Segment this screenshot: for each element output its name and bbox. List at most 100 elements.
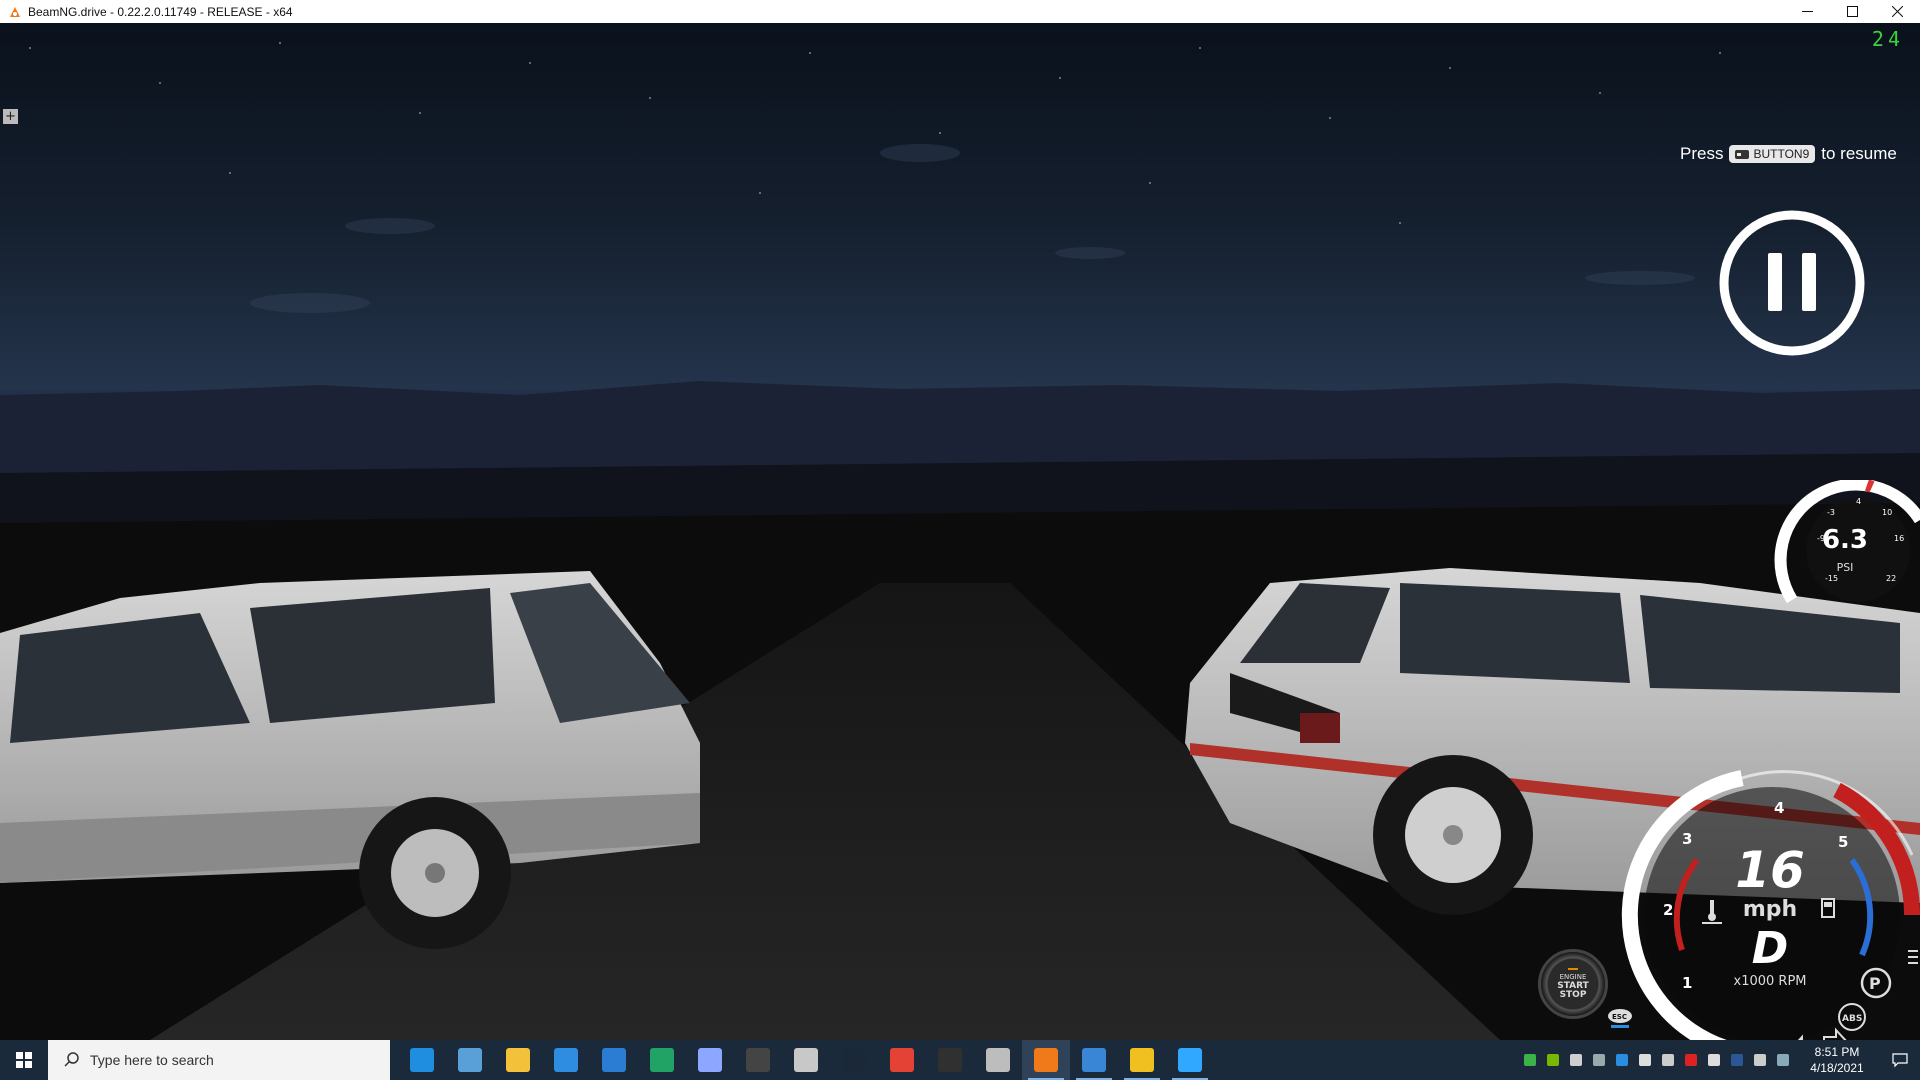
- game-viewport[interactable]: 24 + Press BUTTON9 to resume -3 4 10 -9 …: [0, 23, 1920, 1040]
- boost-tick: -3: [1827, 508, 1835, 517]
- resume-prefix: Press: [1680, 144, 1724, 163]
- taskbar-app-beamng[interactable]: [1022, 1040, 1070, 1080]
- usb-icon[interactable]: [1750, 1051, 1769, 1070]
- abs-label: ABS: [1842, 1014, 1862, 1024]
- mail-icon: [602, 1048, 626, 1072]
- notepad-icon: [1082, 1048, 1106, 1072]
- speed-unit: mph: [1742, 897, 1798, 922]
- minimize-icon: [1802, 11, 1813, 12]
- search-icon: [64, 1052, 79, 1067]
- store-icon: [554, 1048, 578, 1072]
- taskbar-app-app-figure[interactable]: [782, 1040, 830, 1080]
- gamepad-icon: [1735, 149, 1750, 159]
- boost-tick: -15: [1825, 574, 1838, 583]
- network-icon[interactable]: [1635, 1051, 1654, 1070]
- window-title: BeamNG.drive - 0.22.2.0.11749 - RELEASE …: [28, 4, 293, 19]
- vector-app-icon: [698, 1048, 722, 1072]
- rpm-tick: 3: [1682, 830, 1692, 848]
- taskbar-app-app-dark[interactable]: [734, 1040, 782, 1080]
- security-shield-icon[interactable]: [1520, 1051, 1539, 1070]
- notifications-button[interactable]: [1880, 1040, 1920, 1080]
- beamng-icon: [1034, 1048, 1058, 1072]
- obs-icon: [938, 1048, 962, 1072]
- taskbar-app-edge[interactable]: [398, 1040, 446, 1080]
- pause-icon[interactable]: [1718, 209, 1866, 357]
- expand-plus-button[interactable]: +: [3, 109, 18, 124]
- minimize-button[interactable]: [1785, 0, 1830, 23]
- edge-icon: [410, 1048, 434, 1072]
- esc-icon: ESC: [1608, 1009, 1632, 1028]
- boost-tick: 22: [1886, 574, 1896, 583]
- rpm-label: x1000 RPM: [1733, 974, 1807, 989]
- photoshop-icon: [1178, 1048, 1202, 1072]
- bluetooth-icon[interactable]: [1612, 1051, 1631, 1070]
- notification-icon: [1892, 1053, 1908, 1068]
- window-controls: [1785, 0, 1920, 23]
- taskbar-apps: [398, 1040, 1214, 1080]
- turn-signal-right-icon: [1823, 1027, 1847, 1040]
- taskbar-app-notepad[interactable]: [1070, 1040, 1118, 1080]
- app-figure-icon: [794, 1048, 818, 1072]
- system-tray: 8:51 PM 4/18/2021: [1518, 1040, 1920, 1080]
- word-icon[interactable]: [1727, 1051, 1746, 1070]
- settings-gear-icon: [986, 1048, 1010, 1072]
- parking-label: P: [1869, 974, 1881, 993]
- taskbar-app-mail[interactable]: [590, 1040, 638, 1080]
- boost-unit: PSI: [1836, 561, 1854, 574]
- photos-icon: [458, 1048, 482, 1072]
- gear-indicator: D: [1751, 923, 1789, 974]
- speed-value: 16: [1735, 841, 1805, 899]
- boost-tick: 4: [1856, 497, 1861, 506]
- taskbar-app-sheets[interactable]: [638, 1040, 686, 1080]
- headlight-icon: [1908, 950, 1918, 964]
- rpm-tick: 4: [1774, 799, 1784, 817]
- taskbar-app-store[interactable]: [542, 1040, 590, 1080]
- taskbar-app-settings-gear[interactable]: [974, 1040, 1022, 1080]
- boost-tick: 10: [1882, 508, 1892, 517]
- steam-icon: [842, 1048, 866, 1072]
- resume-key-badge: BUTTON9: [1729, 145, 1816, 163]
- taskbar-app-chrome[interactable]: [878, 1040, 926, 1080]
- nvidia-icon[interactable]: [1543, 1051, 1562, 1070]
- boost-value: 6.3: [1821, 525, 1869, 555]
- clock-time: 8:51 PM: [1814, 1045, 1860, 1059]
- taskbar-search-box[interactable]: Type here to search: [48, 1040, 390, 1080]
- beamng-app-icon: [10, 6, 20, 17]
- engine-start-stop-button[interactable]: ENGINE START STOP: [1538, 949, 1608, 1019]
- taskbar-app-file-explorer[interactable]: [494, 1040, 542, 1080]
- sheets-icon: [650, 1048, 674, 1072]
- resume-suffix: to resume: [1821, 144, 1897, 163]
- taskbar-app-vector-app[interactable]: [686, 1040, 734, 1080]
- taskbar-app-obs[interactable]: [926, 1040, 974, 1080]
- folder-yellow-icon: [1130, 1048, 1154, 1072]
- stop-label: STOP: [1559, 990, 1587, 1000]
- display-icon[interactable]: [1566, 1051, 1585, 1070]
- fps-counter: 24: [1871, 27, 1904, 51]
- rpm-tick: 5: [1838, 833, 1848, 851]
- volume-muted-icon[interactable]: [1704, 1051, 1723, 1070]
- battery-icon[interactable]: [1658, 1051, 1677, 1070]
- gamepad-tray-icon[interactable]: [1589, 1051, 1608, 1070]
- chrome-icon: [890, 1048, 914, 1072]
- onedrive-icon[interactable]: [1773, 1051, 1792, 1070]
- taskbar-app-folder-yellow[interactable]: [1118, 1040, 1166, 1080]
- maximize-button[interactable]: [1830, 0, 1875, 23]
- resume-key-label: BUTTON9: [1753, 147, 1810, 161]
- file-explorer-icon: [506, 1048, 530, 1072]
- taskbar: Type here to search 8:51 PM 4/18/2021: [0, 1040, 1920, 1080]
- taskbar-app-photoshop[interactable]: [1166, 1040, 1214, 1080]
- maximize-icon: [1847, 6, 1858, 17]
- taskbar-app-photos[interactable]: [446, 1040, 494, 1080]
- engine-indicator-bar: [1568, 968, 1578, 970]
- start-button[interactable]: [0, 1040, 48, 1080]
- windows-logo-icon: [16, 1052, 32, 1068]
- window-title-bar[interactable]: BeamNG.drive - 0.22.2.0.11749 - RELEASE …: [0, 0, 1920, 23]
- taskbar-clock[interactable]: 8:51 PM 4/18/2021: [1802, 1044, 1872, 1076]
- rpm-tick: 2: [1663, 901, 1673, 919]
- search-placeholder: Type here to search: [90, 1052, 214, 1068]
- rpm-tick: 1: [1682, 974, 1692, 992]
- taskbar-app-steam[interactable]: [830, 1040, 878, 1080]
- close-button[interactable]: [1875, 0, 1920, 23]
- antivirus-icon[interactable]: [1681, 1051, 1700, 1070]
- app-dark-icon: [746, 1048, 770, 1072]
